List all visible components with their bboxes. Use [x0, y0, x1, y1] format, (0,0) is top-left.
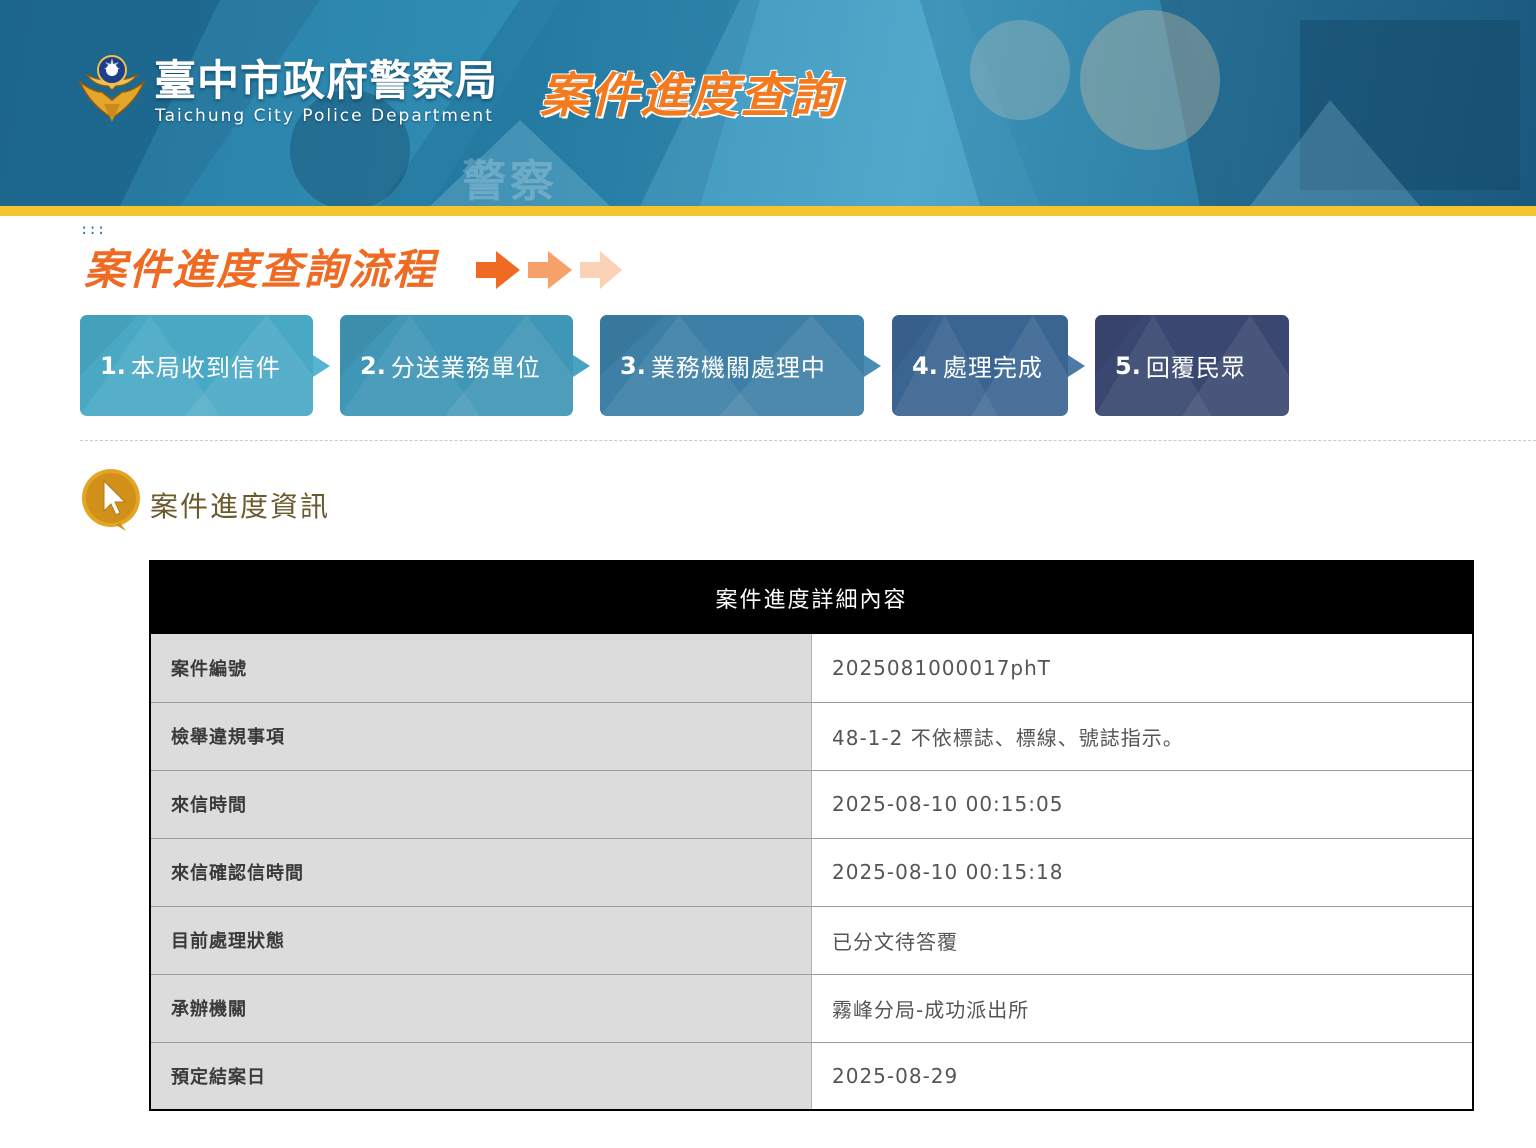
step-arrow-icon — [864, 355, 881, 377]
table-row: 檢舉違規事項 48-1-2 不依標誌、標線、號誌指示。 — [150, 702, 1473, 771]
police-emblem-icon — [78, 55, 146, 122]
cursor-pointer-icon — [81, 469, 140, 531]
process-step-3: 3. 業務機關處理中 — [600, 315, 881, 416]
step-number: 3. — [620, 351, 646, 380]
header-banner: 警察 臺中市政府警察局 Taichung City Police Departm… — [0, 0, 1536, 206]
section-title: 案件進度資訊 — [150, 490, 331, 523]
section-divider — [80, 440, 1536, 441]
step-number: 2. — [360, 351, 386, 380]
table-row: 承辦機關 霧峰分局-成功派出所 — [150, 974, 1473, 1043]
field-value-handling-agency: 霧峰分局-成功派出所 — [811, 974, 1473, 1043]
step-arrow-icon — [313, 355, 330, 377]
triple-arrow-icon — [476, 251, 622, 289]
banner-watermark: 警察 — [462, 156, 558, 206]
process-step-1: 1. 本局收到信件 — [80, 315, 330, 416]
page: 警察 臺中市政府警察局 Taichung City Police Departm… — [0, 0, 1536, 1148]
step-arrow-icon — [573, 355, 590, 377]
field-label-handling-agency: 承辦機關 — [150, 974, 812, 1043]
step-number: 4. — [912, 351, 938, 380]
field-label-violation: 檢舉違規事項 — [150, 702, 812, 771]
process-title: 案件進度查詢流程 — [84, 245, 437, 294]
step-number: 1. — [100, 351, 126, 380]
field-label-status: 目前處理狀態 — [150, 906, 812, 975]
table-header-row: 案件進度詳細內容 — [150, 561, 1473, 634]
case-detail-table: 案件進度詳細內容 案件編號 2025081000017phT 檢舉違規事項 48… — [149, 560, 1474, 1111]
process-step-5: 5. 回覆民眾 — [1095, 315, 1289, 416]
field-value-confirmation-time: 2025-08-10 00:15:18 — [811, 838, 1473, 907]
process-step-4: 4. 處理完成 — [892, 315, 1085, 416]
field-label-confirmation-time: 來信確認信時間 — [150, 838, 812, 907]
step-label: 業務機關處理中 — [650, 354, 826, 382]
field-value-received-time: 2025-08-10 00:15:05 — [811, 770, 1473, 839]
table-row: 目前處理狀態 已分文待答覆 — [150, 906, 1473, 975]
table-row: 案件編號 2025081000017phT — [150, 634, 1473, 703]
field-label-received-time: 來信時間 — [150, 770, 812, 839]
banner-accent-bar — [0, 206, 1536, 216]
step-label: 本局收到信件 — [130, 354, 281, 382]
accesskey-link[interactable]: ::: — [80, 222, 105, 238]
table-row: 來信確認信時間 2025-08-10 00:15:18 — [150, 838, 1473, 907]
table-row: 預定結案日 2025-08-29 — [150, 1042, 1473, 1110]
table-caption: 案件進度詳細內容 — [150, 561, 1473, 634]
brand-english-name: Taichung City Police Department — [155, 106, 494, 126]
table-row: 來信時間 2025-08-10 00:15:05 — [150, 770, 1473, 839]
step-label: 回覆民眾 — [1145, 354, 1246, 382]
field-value-due-date: 2025-08-29 — [811, 1042, 1473, 1110]
brand-chinese-name: 臺中市政府警察局 — [154, 56, 499, 105]
field-label-case-number: 案件編號 — [150, 634, 812, 703]
step-arrow-icon — [1068, 355, 1085, 377]
process-step-2: 2. 分送業務單位 — [340, 315, 590, 416]
field-value-status: 已分文待答覆 — [811, 906, 1473, 975]
step-number: 5. — [1115, 351, 1141, 380]
field-value-violation: 48-1-2 不依標誌、標線、號誌指示。 — [811, 702, 1473, 771]
field-value-case-number: 2025081000017phT — [811, 634, 1473, 703]
step-label: 分送業務單位 — [390, 354, 541, 382]
field-label-due-date: 預定結案日 — [150, 1042, 812, 1110]
app-title: 案件進度查詢 — [540, 68, 841, 124]
step-label: 處理完成 — [942, 354, 1043, 382]
